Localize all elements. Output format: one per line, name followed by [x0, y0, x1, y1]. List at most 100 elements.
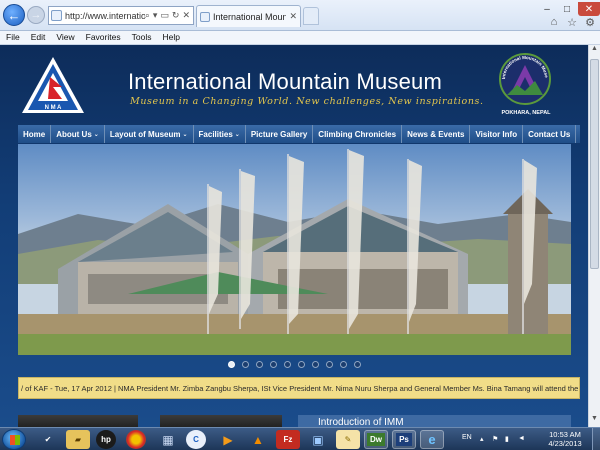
media-player-icon[interactable]: ▶ [216, 430, 240, 449]
search-icon[interactable]: ⌕ [145, 10, 150, 21]
language-indicator[interactable]: EN [462, 434, 472, 441]
menu-file[interactable]: File [0, 31, 25, 44]
scroll-down-icon[interactable]: ▼ [589, 415, 600, 427]
menu-tools[interactable]: Tools [126, 31, 157, 44]
nav-item-label: Contact Us [528, 129, 571, 139]
maximize-button[interactable]: □ [558, 2, 576, 16]
hp-icon[interactable]: hp [96, 430, 116, 449]
ticker-text[interactable]: / of KAF - Tue, 17 Apr 2012 | NMA Presid… [19, 384, 579, 393]
nav-item-news-events[interactable]: News & Events [402, 125, 471, 143]
app-c-icon[interactable]: C [186, 430, 206, 449]
folder-icon[interactable]: ▰ [66, 430, 90, 449]
favorites-star-icon[interactable]: ☆ [566, 16, 578, 29]
network-icon[interactable]: ▮ [505, 435, 514, 444]
tab-international-mountain-museum[interactable]: International Mountain Mu... ✕ [196, 5, 301, 27]
scroll-up-icon[interactable]: ▲ [589, 45, 600, 57]
dreamweaver-icon[interactable]: Dw [364, 430, 388, 449]
nav-item-label: Home [23, 129, 46, 139]
slider-dot[interactable] [312, 360, 319, 368]
compat-view-icon[interactable]: ▭ [160, 10, 169, 21]
nav-item-label: About Us [56, 129, 92, 139]
refresh-icon[interactable]: ↻ [172, 10, 180, 21]
nav-item-label: News & Events [407, 129, 465, 139]
slider-dot[interactable] [228, 360, 235, 368]
chevron-down-icon: ⌄ [93, 131, 99, 138]
clock-date: 4/23/2013 [548, 439, 582, 448]
vertical-scrollbar[interactable]: ▲ ▼ [588, 45, 600, 427]
intro-panel: Introduction of IMM [298, 415, 571, 427]
slider-dot[interactable] [270, 360, 277, 368]
internet-explorer-icon[interactable]: e [420, 430, 444, 449]
close-tab-icon[interactable]: ✕ [289, 11, 297, 22]
dropdown-icon[interactable]: ▾ [153, 10, 158, 21]
gear-icon[interactable]: ⚙ [584, 16, 596, 29]
chevron-down-icon: ⌄ [234, 131, 240, 138]
nav-item-home[interactable]: Home [18, 125, 52, 143]
nav-item-label: Climbing Chronicles [318, 129, 397, 139]
system-clock[interactable]: 10:53 AM 4/23/2013 [544, 430, 586, 448]
page-favicon-icon [51, 10, 62, 21]
slider-dot[interactable] [354, 360, 361, 368]
start-button[interactable] [2, 429, 26, 450]
minimize-button[interactable]: – [538, 2, 556, 16]
forward-button[interactable]: → [27, 6, 45, 24]
slider-dot[interactable] [242, 360, 249, 368]
notes-app-icon[interactable]: ✎ [336, 430, 360, 449]
nav-item-climbing-chronicles[interactable]: Climbing Chronicles [313, 125, 403, 143]
scroll-thumb[interactable] [590, 59, 599, 269]
filezilla-icon[interactable]: Fz [276, 430, 300, 449]
address-url[interactable]: http://www.international... [65, 11, 145, 21]
network-app-icon[interactable]: ▦ [156, 430, 180, 449]
volume-icon[interactable]: ◄ [518, 435, 527, 444]
back-button[interactable]: ← [3, 4, 25, 26]
windows-taskbar: ✔ ▰ hp ▦ C ▶ ▲ Fz ▣ ✎ Dw Ps e EN ▴ ⚑ ▮ ◄… [0, 427, 600, 450]
show-desktop-button[interactable] [592, 428, 600, 450]
nav-item-label: Layout of Museum [109, 129, 181, 139]
nav-item-label: Visitor Info [475, 129, 518, 139]
browser-toolbar: ← → http://www.international... ⌕ ▾ ▭ ↻ … [0, 0, 600, 31]
nav-item-about-us[interactable]: About Us ⌄ [51, 125, 105, 143]
home-icon[interactable]: ⌂ [548, 16, 560, 28]
hero-slider[interactable] [18, 144, 571, 355]
new-tab-button[interactable] [303, 7, 319, 25]
nav-item-label: Picture Gallery [250, 129, 308, 139]
nav-item-visitor-info[interactable]: Visitor Info [470, 125, 524, 143]
menu-help[interactable]: Help [156, 31, 184, 44]
featured-thumbnail-2[interactable] [160, 415, 282, 427]
museum-logo[interactable]: International Mountain Museum [497, 49, 553, 117]
chevron-up-icon[interactable]: ▴ [480, 435, 489, 444]
arrow-right-icon: → [30, 9, 42, 21]
slider-dot[interactable] [256, 360, 263, 368]
slider-dot[interactable] [284, 360, 291, 368]
museum-logo-caption: POKHARA, NEPAL [501, 110, 551, 116]
nma-logo[interactable]: N M A [20, 55, 86, 117]
featured-thumbnail-1[interactable] [18, 415, 138, 427]
close-window-button[interactable]: ✕ [578, 2, 600, 16]
clock-time: 10:53 AM [549, 430, 581, 439]
menu-view[interactable]: View [50, 31, 79, 44]
address-bar[interactable]: http://www.international... ⌕ ▾ ▭ ↻ ✕ [48, 6, 194, 25]
chrome-icon[interactable] [126, 430, 146, 449]
checkmark-app-icon[interactable]: ✔ [36, 430, 60, 449]
menu-edit[interactable]: Edit [25, 31, 51, 44]
vlc-icon[interactable]: ▲ [246, 430, 270, 449]
monitor-app-icon[interactable]: ▣ [306, 430, 330, 449]
nav-item-picture-gallery[interactable]: Picture Gallery [245, 125, 314, 143]
flag-icon[interactable]: ⚑ [492, 435, 501, 444]
slider-dot[interactable] [326, 360, 333, 368]
windows-logo-icon [10, 435, 20, 445]
logo-text: N M A [45, 105, 62, 111]
menu-favorites[interactable]: Favorites [80, 31, 126, 44]
slider-dot[interactable] [340, 360, 347, 368]
nav-item-facilities[interactable]: Facilities ⌄ [193, 125, 246, 143]
stop-icon[interactable]: ✕ [182, 10, 190, 21]
main-nav: Home About Us ⌄ Layout of Museum ⌄ Facilities… [18, 125, 580, 143]
nav-filler [576, 125, 580, 143]
slider-dot[interactable] [298, 360, 305, 368]
nav-item-layout-of-museum[interactable]: Layout of Museum ⌄ [104, 125, 194, 143]
news-ticker[interactable]: / of KAF - Tue, 17 Apr 2012 | NMA Presid… [18, 377, 580, 399]
close-icon: ✕ [584, 3, 594, 15]
photoshop-icon[interactable]: Ps [392, 430, 416, 449]
page-viewport: N M A International Mountain Museum Muse… [0, 45, 588, 427]
nav-item-contact-us[interactable]: Contact Us [523, 125, 577, 143]
